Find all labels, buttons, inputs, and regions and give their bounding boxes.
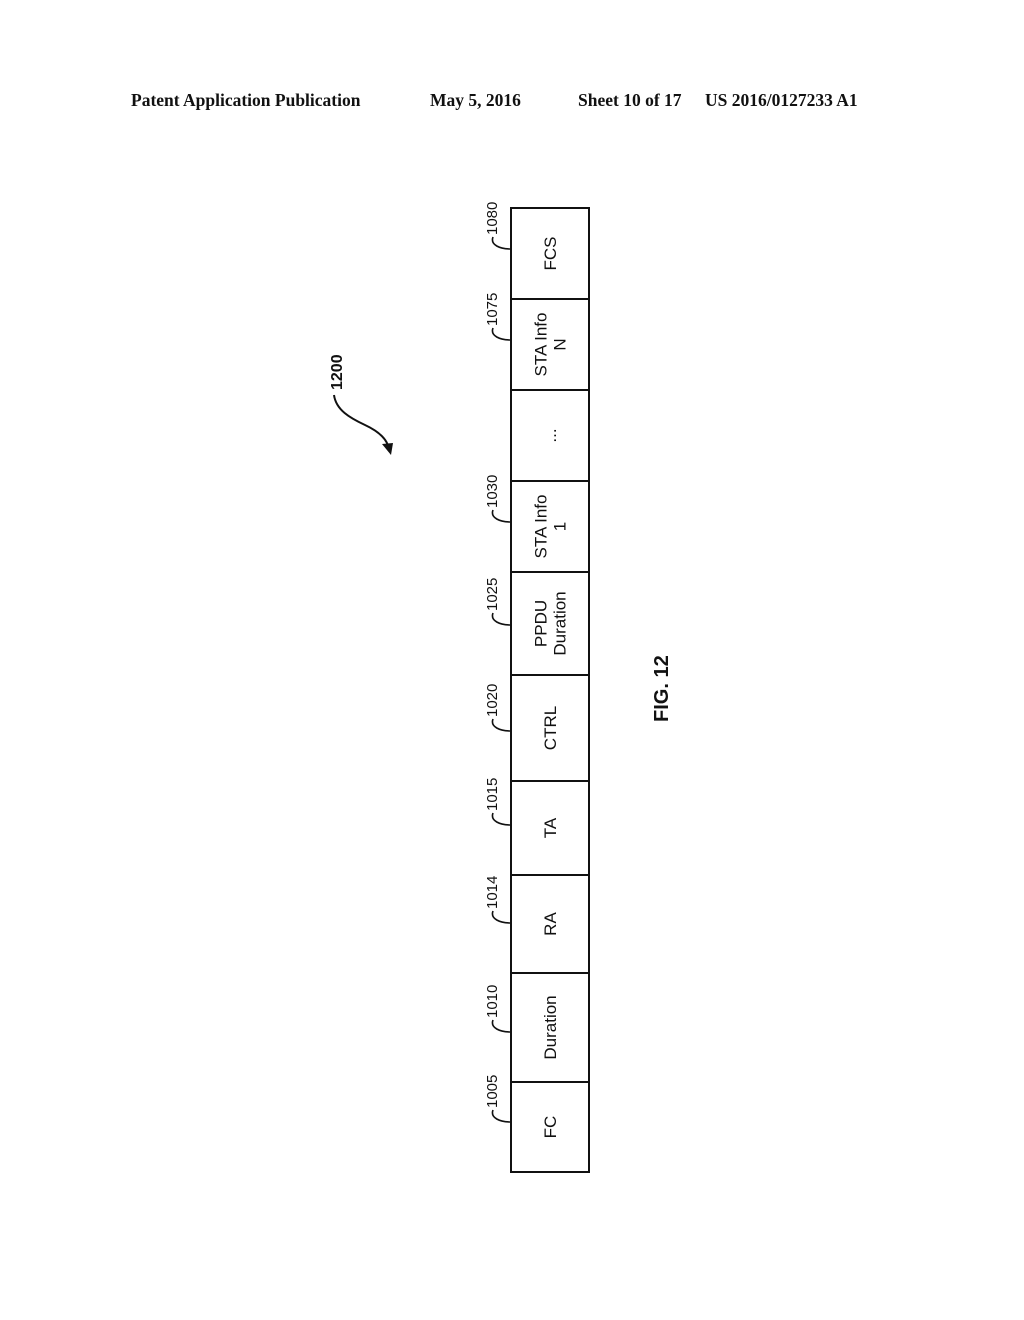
field-label: STA Info <box>532 495 551 559</box>
reference-leader <box>491 1109 512 1123</box>
field-label: RA <box>541 912 560 936</box>
reference-leader <box>491 718 512 732</box>
figure-reference: 1200 <box>329 354 393 455</box>
field-label: FCS <box>541 237 560 271</box>
field-label: TA <box>541 817 560 838</box>
frame-fields: FC 1005 Duration 1010 RA 1014 TA 1015 CTRL 1020 PP… <box>484 202 590 1173</box>
field-label: 1 <box>551 522 570 531</box>
reference-leader <box>491 612 512 626</box>
reference-number: 1010 <box>484 985 501 1018</box>
field-label: CTRL <box>541 706 560 750</box>
frame-format-diagram: FC 1005 Duration 1010 RA 1014 TA 1015 CTRL 1020 PP… <box>329 202 673 1173</box>
reference-number: 1030 <box>484 475 501 508</box>
reference-arrow <box>333 394 390 451</box>
reference-number: 1080 <box>484 202 501 235</box>
reference-number: 1015 <box>484 778 501 811</box>
field-label: N <box>551 338 570 350</box>
field-label: FC <box>541 1116 560 1139</box>
field-label: Duration <box>551 591 570 655</box>
reference-number: 1020 <box>484 684 501 717</box>
reference-number: 1005 <box>484 1075 501 1108</box>
reference-number: 1014 <box>484 876 501 909</box>
figure-reference-number: 1200 <box>329 354 346 390</box>
reference-leader <box>491 1019 512 1033</box>
field-label: Duration <box>541 995 560 1059</box>
reference-leader <box>491 236 512 250</box>
reference-number: 1075 <box>484 293 501 326</box>
reference-leader <box>491 910 512 924</box>
arrowhead-icon <box>382 443 393 455</box>
reference-number: 1025 <box>484 578 501 611</box>
reference-leader <box>491 509 512 523</box>
field-label: STA Info <box>532 313 551 377</box>
reference-leader <box>491 327 512 341</box>
figure-label: FIG. 12 <box>651 655 673 722</box>
field-label: ... <box>541 428 560 442</box>
reference-leader <box>491 812 512 826</box>
field-label: PPDU <box>532 600 551 647</box>
